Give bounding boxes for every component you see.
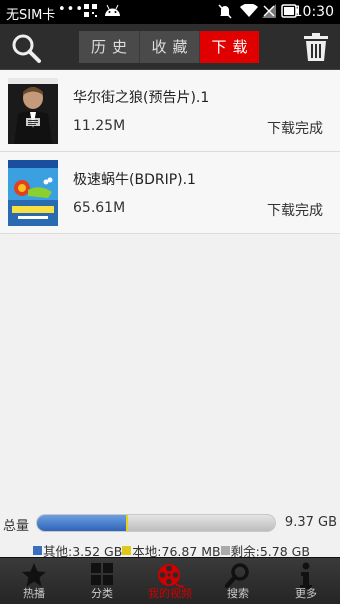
mute-icon — [218, 4, 232, 23]
search-button[interactable] — [10, 32, 42, 64]
storage-bar — [36, 514, 276, 532]
item-size: 11.25M — [73, 118, 126, 134]
legend-swatch-other — [33, 546, 42, 555]
item-size: 65.61M — [73, 200, 126, 216]
tab-group: 历史 收藏 下载 — [79, 31, 259, 63]
qr-icon — [84, 4, 97, 21]
nav-label: 我的视频 — [148, 587, 192, 600]
nav-category[interactable]: 分类 — [68, 558, 136, 604]
legend-swatch-free — [220, 546, 230, 555]
tab-downloads[interactable]: 下载 — [199, 31, 259, 63]
nav-label: 热播 — [23, 587, 45, 600]
delete-button[interactable] — [304, 33, 328, 61]
storage-total: 9.37 GB — [284, 515, 337, 530]
download-list: 华尔街之狼(预告片).1 11.25M 下载完成 极速蜗牛(BDRIP).1 6… — [0, 70, 340, 234]
trash-icon — [304, 33, 328, 61]
wolf-of-wall-street-poster — [8, 78, 58, 144]
turbo-poster — [8, 160, 58, 226]
nav-more[interactable]: 更多 — [272, 558, 340, 604]
storage-local-segment — [126, 515, 128, 531]
download-item[interactable]: 极速蜗牛(BDRIP).1 65.61M 下载完成 — [0, 152, 340, 234]
tab-favorites[interactable]: 收藏 — [139, 31, 199, 63]
storage-other-segment — [37, 515, 126, 531]
clock: 10:30 — [293, 4, 334, 20]
item-status: 下载完成 — [267, 121, 323, 137]
grid-icon — [91, 563, 113, 585]
bottom-nav: 热播 分类 我的视频 搜索 更多 — [0, 557, 340, 604]
nav-my-videos[interactable]: 我的视频 — [136, 558, 204, 604]
nav-label: 更多 — [295, 587, 317, 600]
carrier-text: 无SIM卡 — [6, 8, 56, 23]
nav-label: 分类 — [91, 587, 113, 600]
storage-label: 总量 — [3, 519, 30, 534]
item-status: 下载完成 — [267, 203, 323, 219]
wifi-icon — [240, 3, 258, 22]
status-bar: 无SIM卡 ••• 10:30 — [0, 0, 340, 24]
nav-search[interactable]: 搜索 — [204, 558, 272, 604]
signal-icon — [262, 4, 276, 22]
item-title: 极速蜗牛(BDRIP).1 — [73, 172, 196, 188]
top-toolbar: 历史 收藏 下载 — [0, 24, 340, 70]
magnifier-icon — [12, 34, 41, 63]
item-title: 华尔街之狼(预告片).1 — [73, 90, 210, 106]
nav-hot[interactable]: 热播 — [0, 558, 68, 604]
legend-swatch-local — [122, 546, 132, 555]
download-item[interactable]: 华尔街之狼(预告片).1 11.25M 下载完成 — [0, 70, 340, 152]
notification-dots: ••• — [58, 2, 85, 17]
android-icon — [104, 4, 121, 21]
nav-label: 搜索 — [227, 587, 249, 600]
tab-history[interactable]: 历史 — [79, 31, 139, 63]
